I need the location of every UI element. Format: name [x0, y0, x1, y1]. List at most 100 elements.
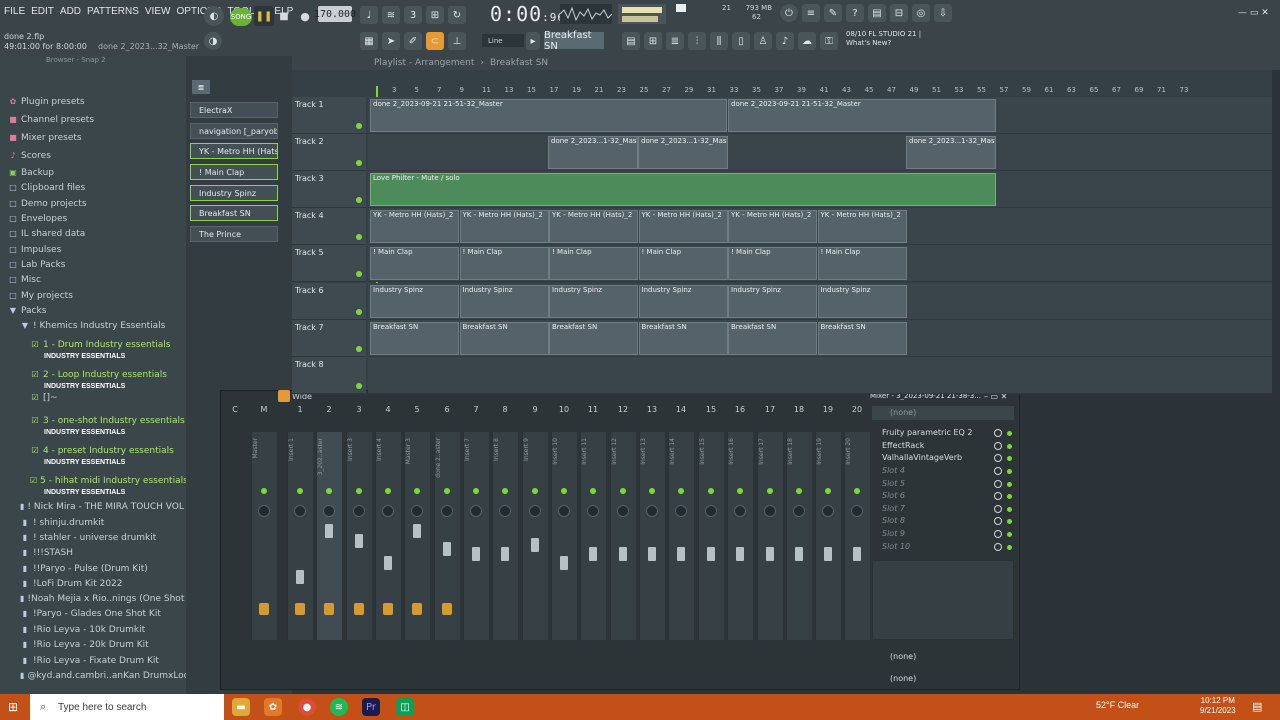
- browser-item[interactable]: □ Demo projects: [0, 196, 186, 211]
- playlist-clip[interactable]: Industry Spinz: [370, 285, 459, 318]
- master-pitch-knob[interactable]: ◑: [204, 32, 222, 50]
- playlist-clip[interactable]: done 2_2023-09-21 21-51-32_Master: [728, 99, 996, 132]
- output-select-2[interactable]: (none): [890, 674, 916, 683]
- loop-record-icon[interactable]: ↻: [448, 6, 466, 24]
- mixer-pan-knob[interactable]: [705, 505, 717, 517]
- mixer-track-number[interactable]: 18: [785, 405, 813, 414]
- slot-toggle-icon[interactable]: [994, 480, 1002, 488]
- mixer-track-number[interactable]: 9: [521, 405, 549, 414]
- mixer-mute-led[interactable]: [261, 488, 267, 494]
- key-icon[interactable]: ⚿: [820, 32, 838, 50]
- mixer-fader[interactable]: [795, 547, 803, 561]
- mixer-pan-knob[interactable]: [617, 505, 629, 517]
- slot-led[interactable]: [1007, 532, 1012, 537]
- playlist-clip[interactable]: Breakfast SN: [370, 322, 459, 355]
- playlist-clip[interactable]: YK - Metro HH (Hats)_2: [817, 210, 907, 243]
- mixer-fader[interactable]: [648, 547, 656, 561]
- mixer-fader[interactable]: [355, 534, 363, 548]
- playlist-clip[interactable]: Industry Spinz: [459, 285, 549, 318]
- cpu-panic-icon[interactable]: ⏻: [780, 4, 798, 22]
- browser-item[interactable]: ☑ 1 - Drum Industry essentials: [0, 337, 186, 352]
- metronome-icon[interactable]: ♩: [360, 6, 378, 24]
- menu-edit[interactable]: EDIT: [31, 6, 54, 17]
- browser-item[interactable]: ▮ !Noah Mejia x Rio..nings (One Shot Kit): [0, 591, 186, 606]
- mixer-fader[interactable]: [325, 524, 333, 538]
- playlist-clip[interactable]: Breakfast SN: [817, 322, 907, 355]
- master-volume-knob[interactable]: ◐: [204, 6, 224, 26]
- track-led[interactable]: [356, 383, 362, 389]
- eq-panel[interactable]: [872, 560, 1014, 640]
- mixer-fader[interactable]: [384, 556, 392, 570]
- mixer-mute-led[interactable]: [356, 488, 362, 494]
- slot-toggle-icon[interactable]: [994, 442, 1002, 450]
- mixer-pan-knob[interactable]: [734, 505, 746, 517]
- slot-toggle-icon[interactable]: [994, 505, 1002, 513]
- effect-slot[interactable]: Slot 10: [882, 542, 910, 551]
- fl-studio-icon[interactable]: ✿: [264, 698, 282, 716]
- mixer-fader[interactable]: [443, 542, 451, 556]
- output-select-1[interactable]: (none): [890, 652, 916, 661]
- mixer-pan-knob[interactable]: [499, 505, 511, 517]
- mixer-mute-led[interactable]: [561, 488, 567, 494]
- slot-toggle-icon[interactable]: [994, 543, 1002, 551]
- mixer-mute-led[interactable]: [796, 488, 802, 494]
- playlist-clip[interactable]: Love Philter - Mute / solo: [370, 173, 996, 206]
- browser-item[interactable]: ▮ !Rio Leyva - Fixate Drum Kit: [0, 653, 186, 668]
- browser-item[interactable]: □ Clipboard files: [0, 180, 186, 195]
- slot-toggle-icon[interactable]: [994, 492, 1002, 500]
- browser-item[interactable]: ▼ ! Khemics Industry Essentials: [0, 318, 186, 333]
- slot-toggle-icon[interactable]: [994, 429, 1002, 437]
- channel-button[interactable]: navigation [_paryobeats: [190, 123, 278, 139]
- playlist-clip[interactable]: done 2_2023...1-32_Master: [906, 136, 996, 169]
- mixer-pan-knob[interactable]: [764, 505, 776, 517]
- mixer-track-number[interactable]: 16: [726, 405, 754, 414]
- slot-led[interactable]: [1007, 456, 1012, 461]
- track-header[interactable]: Track 7: [292, 320, 366, 357]
- track-lane[interactable]: [368, 357, 1272, 394]
- mixer-track-number[interactable]: 6: [433, 405, 461, 414]
- track-header[interactable]: Track 4: [292, 208, 366, 245]
- playlist-clip[interactable]: ! Main Clap: [370, 247, 459, 280]
- mixer-record-arm[interactable]: [442, 603, 452, 615]
- mixer-track-number[interactable]: 5: [403, 405, 431, 414]
- plugin-icon[interactable]: ✎: [824, 4, 842, 22]
- effect-slot[interactable]: Fruity parametric EQ 2: [882, 428, 972, 437]
- playlist-clip[interactable]: Industry Spinz: [549, 285, 638, 318]
- browser-item[interactable]: ☑ 4 - preset Industry essentials: [0, 443, 186, 458]
- mixer-track-number[interactable]: C: [221, 405, 249, 414]
- browser-item[interactable]: ✿ Plugin presets: [0, 94, 186, 109]
- mixer-track-number[interactable]: 12: [609, 405, 637, 414]
- playlist-clip[interactable]: Industry Spinz: [638, 285, 728, 318]
- playlist-clip[interactable]: YK - Metro HH (Hats)_2: [549, 210, 638, 243]
- browser-item[interactable]: ☑ []~: [0, 390, 186, 405]
- mixer-pan-knob[interactable]: [851, 505, 863, 517]
- playlist-clip[interactable]: ! Main Clap: [549, 247, 638, 280]
- mixer-fader[interactable]: [824, 547, 832, 561]
- mixer-pan-knob[interactable]: [382, 505, 394, 517]
- browser-item[interactable]: ■ Channel presets: [0, 112, 186, 127]
- premiere-icon[interactable]: Pr: [362, 698, 380, 716]
- browser-item[interactable]: ▮ !Paryo - Glades One Shot Kit: [0, 606, 186, 621]
- mixer-fader[interactable]: [296, 570, 304, 584]
- playlist-clip[interactable]: YK - Metro HH (Hats)_2: [459, 210, 549, 243]
- help-icon[interactable]: ?: [846, 4, 864, 22]
- channel-button[interactable]: ! Main Clap: [190, 164, 278, 180]
- mixer-record-arm[interactable]: [354, 603, 364, 615]
- mixer-mute-led[interactable]: [854, 488, 860, 494]
- slot-led[interactable]: [1007, 469, 1012, 474]
- slot-led[interactable]: [1007, 444, 1012, 449]
- track-led[interactable]: [356, 160, 362, 166]
- effect-slot[interactable]: Slot 9: [882, 529, 905, 538]
- browser-item[interactable]: ▮ !LoFi Drum Kit 2022: [0, 576, 186, 591]
- slot-toggle-icon[interactable]: [994, 454, 1002, 462]
- record-button[interactable]: ●: [296, 6, 314, 26]
- mixer-fader[interactable]: [501, 547, 509, 561]
- step-edit-icon[interactable]: ⊞: [426, 6, 444, 24]
- browser-item[interactable]: ♪ Scores: [0, 148, 186, 163]
- mixer-track-name[interactable]: (none): [872, 406, 1014, 420]
- mixer-pan-knob[interactable]: [294, 505, 306, 517]
- track-led[interactable]: [356, 346, 362, 352]
- playlist-clip[interactable]: YK - Metro HH (Hats)_2: [370, 210, 459, 243]
- mixer-fader[interactable]: [472, 547, 480, 561]
- browser-item[interactable]: ☑ 2 - Loop Industry essentials: [0, 367, 186, 382]
